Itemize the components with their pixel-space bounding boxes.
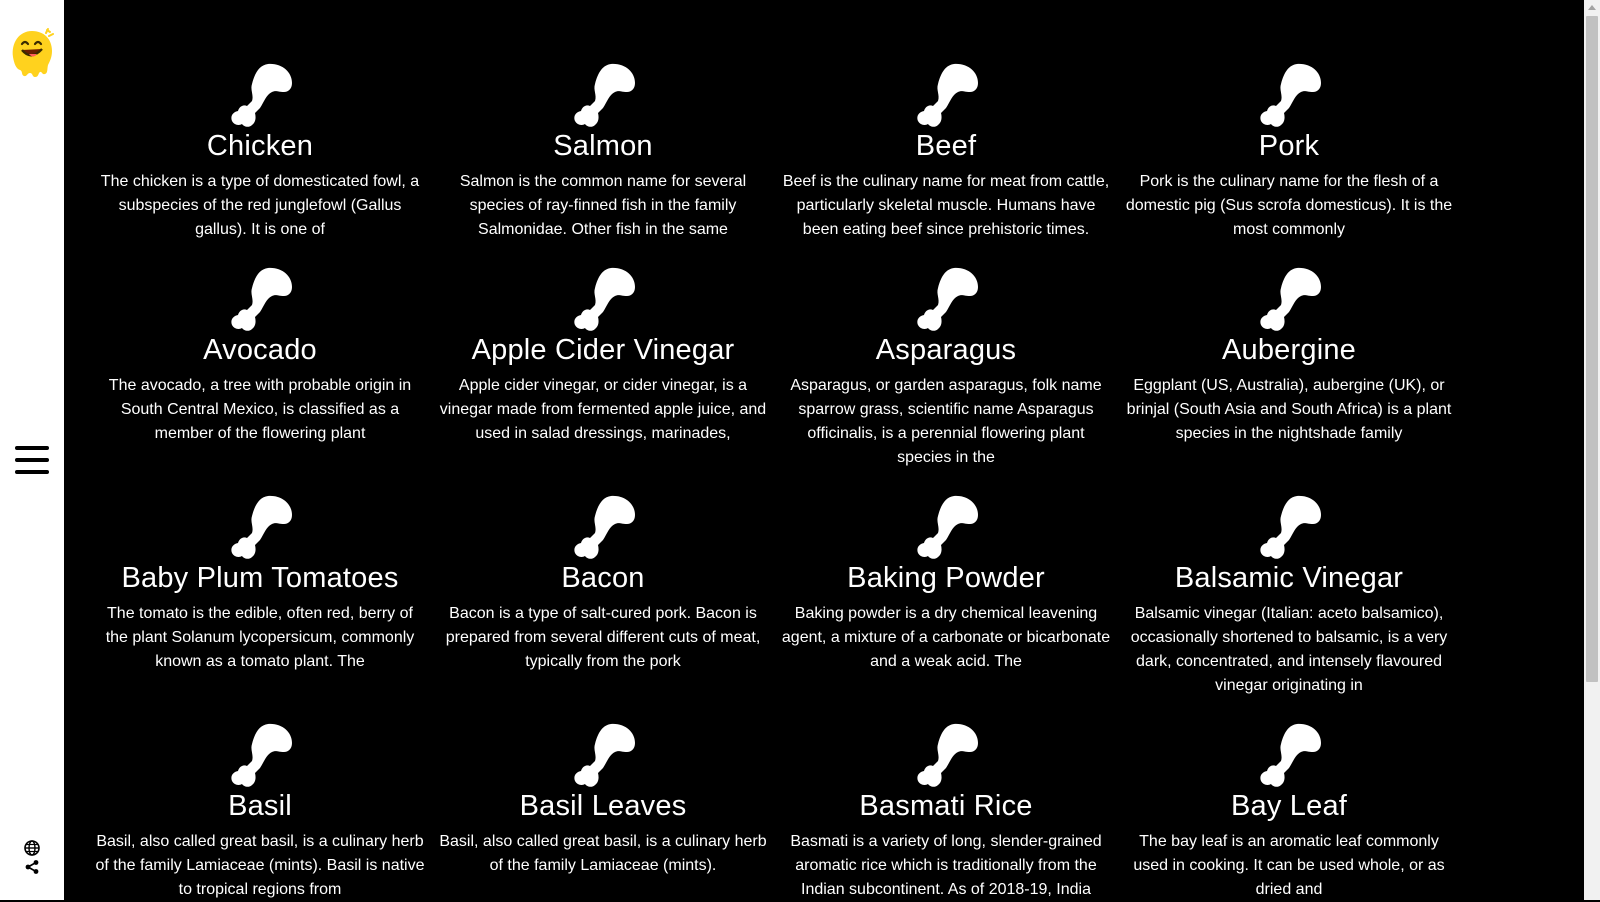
drumstick-icon [231,267,292,331]
ingredient-title: Basil Leaves [519,790,687,822]
ingredient-description: Bacon is a type of salt-cured pork. Baco… [445,605,761,670]
globe-icon[interactable] [24,840,40,856]
ingredient-description: The avocado, a tree with probable origin… [108,377,412,442]
drumstick-icon [917,495,978,559]
ingredient-card[interactable]: Balsamic Vinegar Balsamic vinegar (Itali… [1119,494,1459,698]
drumstick-icon [1260,495,1321,559]
ingredient-description: Apple cider vinegar, or cider vinegar, i… [439,377,767,442]
ingredient-card[interactable]: Basmati Rice Basmati is a variety of lon… [776,722,1116,902]
ingredient-title: Salmon [553,130,653,162]
ingredient-grid: Chicken The chicken is a type of domesti… [90,0,1510,900]
ingredient-description: Balsamic vinegar (Italian: aceto balsami… [1130,605,1448,694]
ingredient-description: Basil, also called great basil, is a cul… [95,833,425,898]
ingredient-description: Pork is the culinary name for the flesh … [1125,173,1453,238]
drumstick-icon [231,723,292,787]
ingredient-title: Baby Plum Tomatoes [121,562,399,594]
ingredient-description: Eggplant (US, Australia), aubergine (UK)… [1126,377,1452,442]
ingredient-title: Aubergine [1221,334,1356,366]
ingredient-card[interactable]: Basil Basil, also called great basil, is… [90,722,430,902]
ingredient-title: Beef [915,130,977,162]
menu-bar [15,470,49,474]
ingredient-card[interactable]: Avocado The avocado, a tree with probabl… [90,266,430,446]
share-icon[interactable] [25,860,39,874]
ingredient-title: Bacon [561,562,645,594]
ingredient-card[interactable]: Pork Pork is the culinary name for the f… [1119,62,1459,242]
drumstick-icon [1260,63,1321,127]
ingredient-card[interactable]: Basil Leaves Basil, also called great ba… [433,722,773,878]
ingredient-title: Baking Powder [847,562,1045,594]
drumstick-icon [574,267,635,331]
ingredient-title: Apple Cider Vinegar [471,334,735,366]
ingredient-title: Avocado [203,334,317,366]
sidebar [0,0,64,900]
ingredient-title: Asparagus [875,334,1017,366]
drumstick-icon [574,63,635,127]
vertical-scrollbar[interactable] [1584,0,1600,900]
drumstick-icon [917,723,978,787]
smiling-face-logo[interactable] [10,27,54,79]
ingredient-card[interactable]: Beef Beef is the culinary name for meat … [776,62,1116,242]
menu-bar [15,446,49,450]
ingredient-title: Balsamic Vinegar [1174,562,1404,594]
ingredient-description: Basmati is a variety of long, slender-gr… [790,833,1102,898]
ingredient-card[interactable]: Aubergine Eggplant (US, Australia), aube… [1119,266,1459,446]
ingredient-card[interactable]: Bay Leaf The bay leaf is an aromatic lea… [1119,722,1459,902]
drumstick-icon [231,63,292,127]
ingredient-card[interactable]: Chicken The chicken is a type of domesti… [90,62,430,242]
drumstick-icon [917,63,978,127]
ingredient-title: Basmati Rice [859,790,1033,822]
hamburger-menu-icon[interactable] [15,446,49,476]
ingredient-description: The chicken is a type of domesticated fo… [100,173,420,238]
scroll-up-arrow-icon[interactable] [1588,5,1596,10]
drumstick-icon [574,723,635,787]
ingredient-title: Basil [228,790,292,822]
ingredient-card[interactable]: Asparagus Asparagus, or garden asparagus… [776,266,1116,470]
ingredient-title: Bay Leaf [1230,790,1348,822]
ingredient-description: The tomato is the edible, often red, ber… [105,605,415,670]
ingredient-description: Asparagus, or garden asparagus, folk nam… [790,377,1102,466]
ingredient-card[interactable]: Bacon Bacon is a type of salt-cured pork… [433,494,773,674]
ingredient-card[interactable]: Baby Plum Tomatoes The tomato is the edi… [90,494,430,674]
ingredient-title: Pork [1258,130,1320,162]
ingredient-description: The bay leaf is an aromatic leaf commonl… [1133,833,1445,898]
drumstick-icon [574,495,635,559]
ingredient-description: Baking powder is a dry chemical leavenin… [781,605,1111,670]
menu-bar [15,458,49,462]
drumstick-icon [1260,723,1321,787]
ingredient-description: Salmon is the common name for several sp… [459,173,747,238]
ingredient-title: Chicken [206,130,314,162]
drumstick-icon [1260,267,1321,331]
drumstick-icon [917,267,978,331]
ingredient-description: Basil, also called great basil, is a cul… [439,833,767,874]
ingredient-description: Beef is the culinary name for meat from … [782,173,1110,238]
ingredient-card[interactable]: Salmon Salmon is the common name for sev… [433,62,773,242]
scrollbar-thumb[interactable] [1586,16,1598,682]
ingredient-card[interactable]: Baking Powder Baking powder is a dry che… [776,494,1116,674]
ingredient-card[interactable]: Apple Cider Vinegar Apple cider vinegar,… [433,266,773,446]
drumstick-icon [231,495,292,559]
